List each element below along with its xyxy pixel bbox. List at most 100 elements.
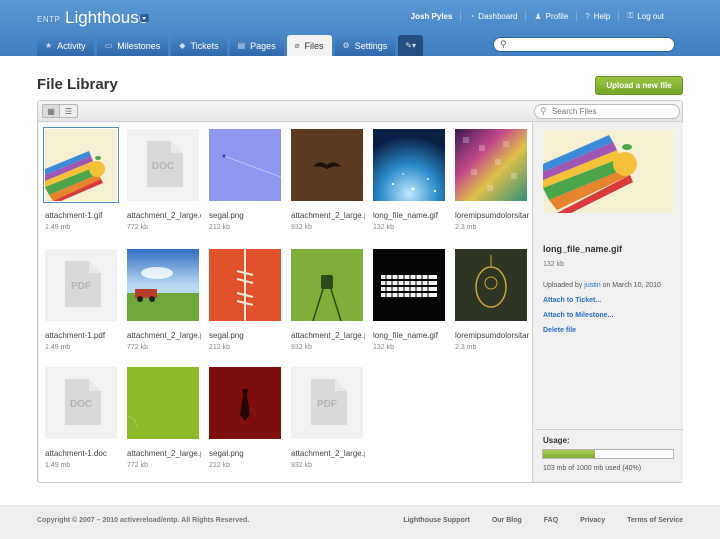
- file-item[interactable]: long_file_name.gif 132 kb: [373, 129, 449, 231]
- copyright: Copyright © 2007 – 2010 activereload/ent…: [37, 517, 250, 524]
- file-name: attachment_2_large.png: [291, 211, 365, 220]
- search-files-input[interactable]: [552, 106, 672, 117]
- footer-link-terms[interactable]: Terms of Service: [627, 517, 683, 524]
- help-icon: ?: [585, 11, 590, 21]
- nav-logout-label: Log out: [637, 11, 664, 21]
- file-size: 212 kb: [209, 344, 231, 351]
- file-item[interactable]: loremipsumdolorsitamet.png 2.3 mb: [455, 249, 531, 351]
- key-icon: ⚿: [627, 11, 634, 20]
- footer-link-support[interactable]: Lighthouse Support: [403, 517, 470, 524]
- file-item[interactable]: loremipsumdolorsitamet.png 2.3 mb: [455, 129, 531, 231]
- tab-files[interactable]: ⌀ Files: [286, 35, 332, 56]
- file-grid: attachment-1.gif 1.49 mb DOC attachment_…: [39, 123, 533, 482]
- file-size: 2.3 mb: [455, 224, 477, 231]
- file-item[interactable]: attachment-1.gif 1.49 mb: [43, 127, 121, 231]
- footer-link-blog[interactable]: Our Blog: [492, 517, 522, 524]
- file-thumbnail: [127, 249, 199, 321]
- file-size: 772 kb: [127, 344, 149, 351]
- file-name: attachment_2_large.png: [127, 331, 201, 340]
- tab-activity[interactable]: ★ Activity: [37, 35, 94, 56]
- file-item[interactable]: DOC attachment_2_large.doc 772 kb: [127, 129, 203, 231]
- project-switcher-caret-icon[interactable]: [140, 14, 149, 22]
- file-name: attachment-1.pdf: [45, 331, 106, 340]
- file-size: 2.3 mb: [455, 344, 477, 351]
- attach-to-milestone-link[interactable]: Attach to Milestone...: [543, 312, 613, 319]
- file-item[interactable]: segal.png 212 kb: [209, 367, 285, 469]
- gear-icon: ⚙: [342, 41, 350, 50]
- file-size: 1.49 mb: [45, 344, 71, 351]
- tab-pages[interactable]: ▤ Pages: [229, 35, 284, 56]
- file-thumbnail: [291, 129, 363, 201]
- tab-settings[interactable]: ⚙ Settings: [334, 35, 396, 56]
- usage-panel: Usage: 103 mb of 1000 mb used (40%): [535, 429, 683, 482]
- tab-milestones-label: Milestones: [117, 40, 161, 51]
- nav-dashboard[interactable]: ◔ Dashboard: [460, 11, 525, 21]
- file-item[interactable]: attachment_2_large.png 772 kb: [127, 249, 203, 351]
- file-item[interactable]: attachment_2_large.png 772 kb: [127, 367, 203, 469]
- project-tabs: ★ Activity ▭ Milestones ◆ Tickets ▤ Pages ⌀ F…: [37, 35, 423, 56]
- file-size: 1.49 mb: [45, 224, 71, 231]
- nav-profile[interactable]: ♟ Profile: [525, 11, 576, 21]
- nav-logout[interactable]: ⚿ Log out: [618, 11, 672, 21]
- pin-icon: ✎▾: [405, 41, 416, 50]
- file-item[interactable]: segal.png 212 kb: [209, 249, 285, 351]
- milestone-icon: ▭: [104, 41, 113, 50]
- file-item[interactable]: long_file_name.gif 132 kb: [373, 249, 449, 351]
- file-item[interactable]: PDF attachment_2_large.pdf 932 kb: [291, 367, 367, 469]
- file-size: 212 kb: [209, 462, 231, 469]
- page-icon: ▤: [237, 41, 246, 50]
- file-size: 772 kb: [127, 462, 149, 469]
- file-name: loremipsumdolorsitamet.png: [455, 211, 529, 220]
- tab-activity-label: Activity: [57, 40, 86, 51]
- search-icon: ⚲: [500, 39, 507, 49]
- file-type-label: PDF: [317, 399, 337, 410]
- paperclip-icon: ⌀: [294, 41, 300, 50]
- global-search-input[interactable]: ⚲: [493, 37, 675, 52]
- file-name: segal.png: [209, 331, 244, 340]
- brand-name[interactable]: Lighthouse: [65, 8, 148, 28]
- file-thumbnail: [373, 249, 445, 321]
- user-nav: Josh Pyles ◔ Dashboard ♟ Profile ? Help ⚿ Lo…: [403, 11, 672, 21]
- search-files-icon: ⚲: [540, 106, 547, 116]
- file-item[interactable]: segal.png 212 kb: [209, 129, 285, 231]
- file-name: long_file_name.gif: [373, 331, 438, 340]
- pin-menu-button[interactable]: ✎▾: [398, 35, 423, 56]
- file-name: segal.png: [209, 449, 244, 458]
- nav-profile-label: Profile: [545, 11, 569, 21]
- selected-file-name: long_file_name.gif: [543, 244, 623, 254]
- upload-file-button[interactable]: Upload a new file: [595, 76, 683, 95]
- user-name[interactable]: Josh Pyles: [403, 11, 461, 21]
- tab-tickets[interactable]: ◆ Tickets: [171, 35, 227, 56]
- file-name: attachment_2_large.pdf: [291, 449, 365, 458]
- grid-view-icon[interactable]: ▦: [42, 104, 60, 118]
- search-files-field[interactable]: ⚲: [534, 104, 680, 119]
- file-type-label: PDF: [71, 281, 91, 292]
- brand-entp: ENTP: [37, 15, 61, 24]
- view-toggle: ▦ ☰: [42, 104, 78, 118]
- file-item[interactable]: DOC attachment-1.doc 1.49 mb: [45, 367, 121, 469]
- file-name: attachment-1.gif: [45, 211, 103, 220]
- tab-milestones[interactable]: ▭ Milestones: [96, 35, 169, 56]
- file-thumbnail: [127, 367, 199, 439]
- file-name: attachment-1.doc: [45, 449, 107, 458]
- user-icon: ♟: [534, 11, 542, 21]
- attach-to-ticket-link[interactable]: Attach to Ticket...: [543, 297, 601, 304]
- tab-pages-label: Pages: [250, 40, 276, 51]
- footer-link-faq[interactable]: FAQ: [544, 517, 558, 524]
- file-item[interactable]: attachment_2_large.png 932 kb: [291, 249, 367, 351]
- selected-file-preview: [543, 130, 674, 213]
- file-thumbnail: [209, 129, 281, 201]
- file-item[interactable]: PDF attachment-1.pdf 1.49 mb: [45, 249, 121, 351]
- footer-link-privacy[interactable]: Privacy: [580, 517, 605, 524]
- uploader-link[interactable]: justin: [584, 282, 600, 289]
- nav-help[interactable]: ? Help: [576, 11, 618, 21]
- delete-file-link[interactable]: Delete file: [543, 327, 576, 334]
- list-view-icon[interactable]: ☰: [60, 104, 78, 118]
- usage-title: Usage:: [543, 436, 570, 445]
- file-size: 132 kb: [373, 224, 395, 231]
- file-size: 932 kb: [291, 344, 313, 351]
- ticket-icon: ◆: [179, 41, 186, 50]
- file-item[interactable]: attachment_2_large.png 932 kb: [291, 129, 367, 231]
- file-size: 932 kb: [291, 462, 313, 469]
- tab-tickets-label: Tickets: [190, 40, 219, 51]
